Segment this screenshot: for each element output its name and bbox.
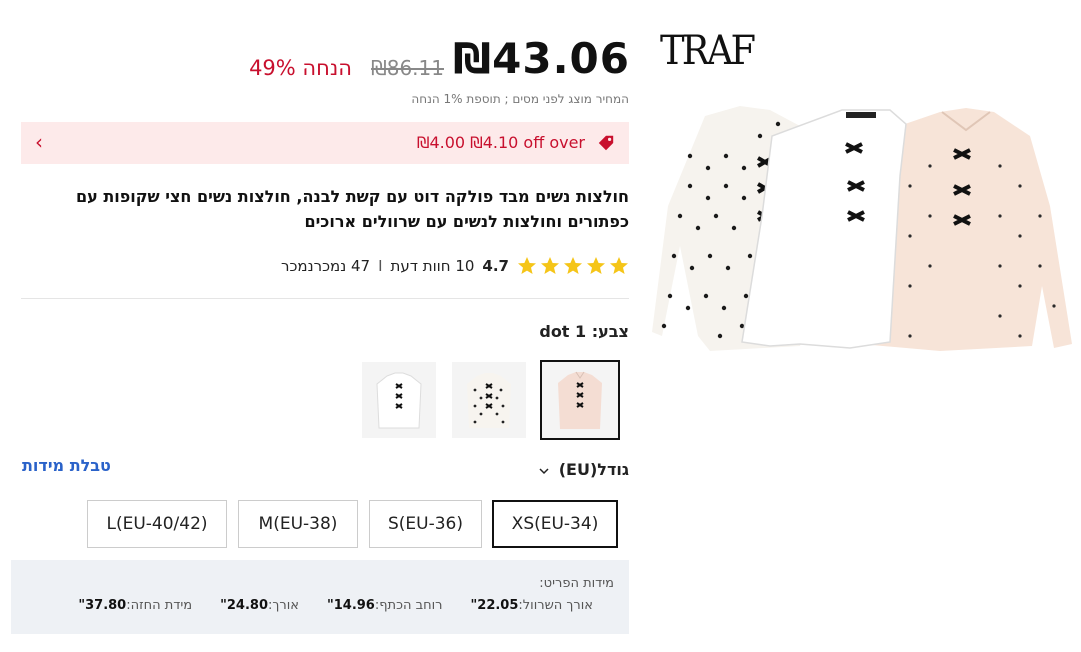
measure-item: אורך:24.80" [220, 598, 299, 613]
shirt-beige-thumbnail [558, 371, 602, 429]
color-value: dot 1 [539, 322, 587, 341]
measure-item: אורך השרוול:22.05" [470, 598, 594, 613]
price-row: ₪43.06 ₪86.11 49% הנחה [240, 34, 630, 90]
coupon-text: ₪4.00 ₪4.10 off over [416, 133, 585, 152]
star-icon [564, 257, 582, 274]
shirt-white-thumbnail [376, 372, 422, 429]
product-image[interactable] [650, 96, 1076, 386]
color-swatch-dot-2[interactable] [452, 362, 526, 438]
color-label: צבע: dot 1 [539, 322, 629, 341]
item-measurements: מידות הפריט: מידת החזה:37.80" אורך:24.80… [11, 560, 629, 634]
measure-item: רוחב הכתף:14.96" [326, 598, 443, 613]
separator: I [378, 257, 383, 275]
review-count[interactable]: 10 חוות דעת [391, 257, 475, 275]
original-price: ₪86.11 [371, 56, 444, 80]
color-swatch-white[interactable] [362, 362, 436, 438]
current-price: ₪43.06 [453, 34, 630, 83]
divider [21, 298, 629, 299]
star-icon [518, 257, 536, 274]
shirt-polka-thumbnail [467, 373, 511, 428]
size-option-m[interactable]: M(EU-38) [238, 500, 358, 548]
product-title: חולצות נשים מבד פולקה דוט עם קשת לבנה, ח… [75, 187, 629, 231]
coupon-bar[interactable]: ‹ ₪4.00 ₪4.10 off over [21, 122, 629, 164]
chevron-down-icon[interactable] [539, 467, 549, 475]
measure-item: מידת החזה:37.80" [78, 598, 193, 613]
size-label[interactable]: גודל(EU) [539, 460, 629, 479]
sold-count: 47 נמכרנמכר [281, 257, 371, 275]
star-icon [541, 257, 559, 274]
size-option-s[interactable]: S(EU-36) [369, 500, 482, 548]
star-icon [610, 257, 628, 274]
color-swatch-dot-1[interactable] [540, 360, 620, 440]
rating-row[interactable]: 4.7 10 חוות דעת I 47 נמכרנמכר [281, 256, 629, 276]
brand-logo: TRAF [660, 28, 756, 74]
tax-note: המחיר מוצג לפני מסים ; תוספת 1% הנחה [411, 92, 629, 106]
rating-stars [517, 256, 629, 276]
measurements-row: מידת החזה:37.80" אורך:24.80" רוחב הכתף:1… [78, 598, 593, 613]
size-option-xs[interactable]: XS(EU-34) [492, 500, 618, 548]
tag-icon [598, 135, 614, 151]
size-option-l[interactable]: L(EU-40/42) [87, 500, 227, 548]
size-chart-link[interactable]: טבלת מידות [22, 456, 111, 475]
measurements-heading: מידות הפריט: [539, 576, 614, 591]
star-icon [587, 257, 605, 274]
discount-badge: 49% הנחה [249, 56, 352, 80]
chevron-left-icon[interactable]: ‹ [35, 130, 43, 154]
rating-score: 4.7 [482, 257, 509, 275]
